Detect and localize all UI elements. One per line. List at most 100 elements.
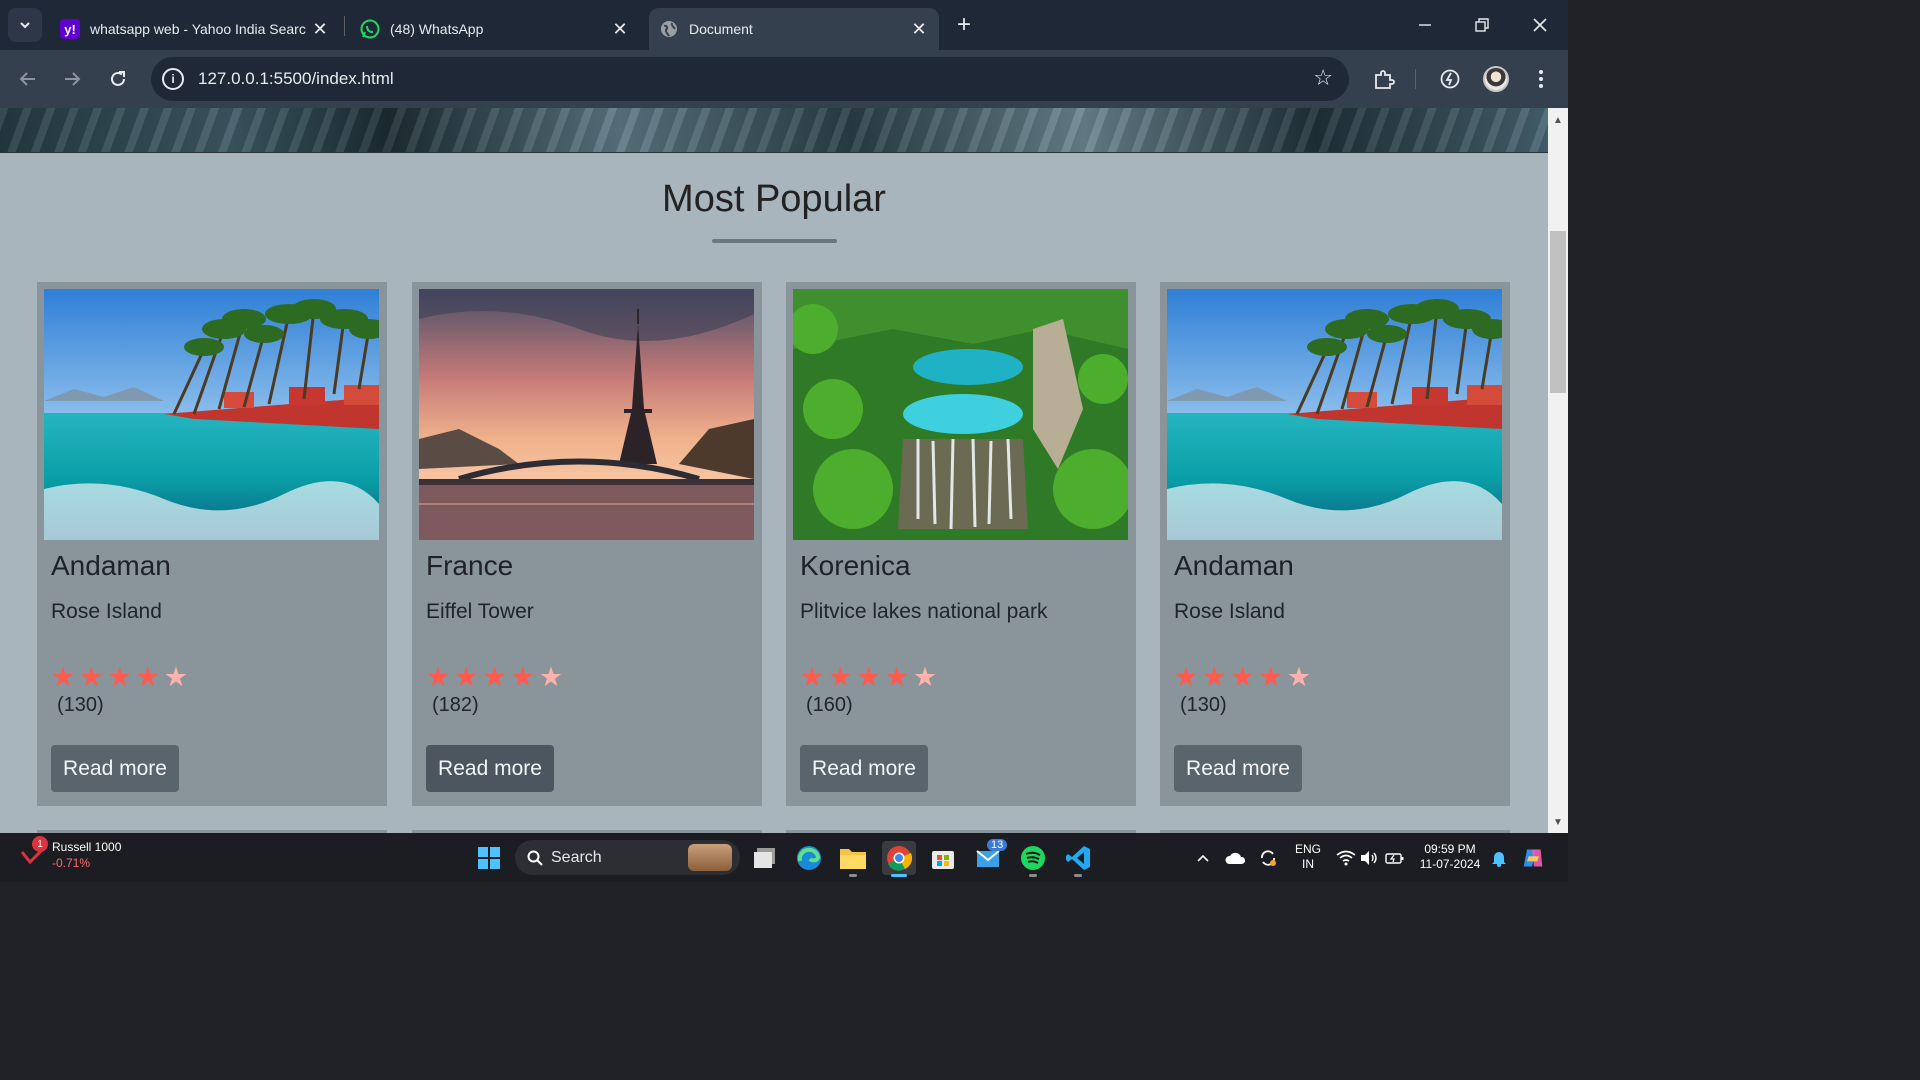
star-half-icon: ★ xyxy=(1286,662,1312,692)
star-icon: ★ xyxy=(454,662,479,692)
spotify-icon xyxy=(1021,846,1045,870)
running-indicator xyxy=(1074,874,1082,877)
store-icon xyxy=(932,851,954,869)
read-more-button[interactable]: Read more xyxy=(51,745,179,792)
onedrive-icon[interactable] xyxy=(1224,848,1246,868)
globe-icon xyxy=(659,19,679,39)
clock[interactable]: 09:59 PM 11-07-2024 xyxy=(1414,842,1486,872)
minimize-icon xyxy=(1418,24,1431,26)
url-text[interactable]: 127.0.0.1:5500/index.html xyxy=(198,69,394,89)
tab-title: (48) WhatsApp xyxy=(390,21,484,37)
mail-app[interactable]: 13 xyxy=(972,839,1008,875)
running-indicator xyxy=(891,874,907,877)
menu-button[interactable] xyxy=(1526,64,1556,94)
tab-title: Document xyxy=(689,21,753,37)
title-underline xyxy=(712,239,837,243)
tab-yahoo[interactable]: y! whatsapp web - Yahoo India Searc ✕ xyxy=(50,8,340,50)
notification-bell-icon[interactable] xyxy=(1488,848,1510,868)
running-indicator xyxy=(1029,874,1037,877)
restore-button[interactable] xyxy=(1453,0,1510,50)
star-icon: ★ xyxy=(884,662,909,692)
destination-card: Korenica Plitvice lakes national park ★ ★… xyxy=(786,282,1136,806)
new-tab-button[interactable]: + xyxy=(951,11,977,38)
performance-button[interactable] xyxy=(1435,64,1465,94)
card-title: France xyxy=(426,550,514,581)
destination-card: Andaman Rose Island ★ ★ ★ ★ ★ (130) Read mor… xyxy=(1160,282,1510,806)
language-indicator[interactable]: ENG IN xyxy=(1292,842,1324,872)
tab-whatsapp[interactable]: (48) WhatsApp ✕ xyxy=(350,8,640,50)
scroll-thumb[interactable] xyxy=(1550,231,1566,394)
close-icon[interactable]: ✕ xyxy=(310,19,330,39)
reload-button[interactable] xyxy=(102,63,134,95)
language-bottom: IN xyxy=(1302,857,1314,871)
task-view-button[interactable] xyxy=(748,841,782,875)
running-indicator xyxy=(849,874,857,877)
edge-icon xyxy=(797,846,821,870)
read-more-button[interactable]: Read more xyxy=(800,745,928,792)
minimize-button[interactable] xyxy=(1396,0,1453,50)
spotify-app[interactable] xyxy=(1016,841,1050,877)
star-icon: ★ xyxy=(1258,662,1283,692)
stock-widget[interactable]: 1 Russell 1000 -0.71% xyxy=(20,836,121,870)
speed-icon xyxy=(1440,69,1460,89)
star-icon: ★ xyxy=(856,662,881,692)
stock-change: -0.71% xyxy=(52,856,91,870)
tab-document[interactable]: Document ✕ xyxy=(649,8,939,50)
scroll-down-icon[interactable]: ▼ xyxy=(1552,816,1564,828)
star-icon: ★ xyxy=(510,662,535,692)
close-icon[interactable]: ✕ xyxy=(909,19,929,39)
sync-icon[interactable] xyxy=(1257,848,1279,868)
puzzle-icon xyxy=(1375,70,1395,89)
scroll-up-icon[interactable]: ▲ xyxy=(1552,114,1564,126)
wifi-icon[interactable] xyxy=(1335,848,1357,868)
reload-icon xyxy=(111,71,125,86)
read-more-button[interactable]: Read more xyxy=(1174,745,1302,792)
store-app[interactable] xyxy=(926,841,960,875)
extensions-button[interactable] xyxy=(1369,64,1399,94)
start-button[interactable] xyxy=(472,841,506,875)
search-highlight-image xyxy=(688,844,732,871)
star-icon: ★ xyxy=(79,662,104,692)
star-icon: ★ xyxy=(1230,662,1255,692)
info-icon[interactable]: i xyxy=(162,68,184,90)
star-icon: ★ xyxy=(800,662,825,692)
destination-card: Andaman Rose Island ★ ★ ★ ★ ★ (130) Read mor… xyxy=(37,282,387,806)
card-subtitle: Rose Island xyxy=(1174,600,1285,623)
bookmark-star-icon[interactable]: ☆ xyxy=(1313,67,1333,89)
eiffel-tower-image xyxy=(419,289,754,540)
chevron-up-icon[interactable] xyxy=(1192,848,1214,868)
vscode-app[interactable] xyxy=(1061,841,1095,877)
address-bar[interactable]: i 127.0.0.1:5500/index.html ☆ xyxy=(151,57,1349,101)
star-half-icon: ★ xyxy=(912,662,938,692)
volume-icon[interactable] xyxy=(1358,848,1380,868)
chrome-app[interactable] xyxy=(882,841,916,877)
forward-button[interactable] xyxy=(56,63,88,95)
star-icon: ★ xyxy=(828,662,853,692)
tab-search-button[interactable] xyxy=(8,8,42,42)
toolbar-separator xyxy=(1415,69,1416,89)
star-half-icon: ★ xyxy=(163,662,189,692)
copilot-icon[interactable] xyxy=(1522,848,1544,868)
arrow-left-icon xyxy=(19,72,35,86)
profile-avatar[interactable] xyxy=(1483,66,1509,92)
destination-card: France Eiffel Tower ★ ★ ★ ★ ★ (182) Read mor… xyxy=(412,282,762,806)
card-title: Andaman xyxy=(1174,550,1294,581)
read-more-button[interactable]: Read more xyxy=(426,745,554,792)
edge-app[interactable] xyxy=(792,841,826,875)
card-title: Korenica xyxy=(800,550,911,581)
star-icon: ★ xyxy=(1202,662,1227,692)
page-scrollbar[interactable]: ▲ ▼ xyxy=(1548,108,1568,833)
taskbar-search[interactable]: Search xyxy=(515,840,740,875)
clock-time: 09:59 PM xyxy=(1424,842,1476,856)
close-icon[interactable]: ✕ xyxy=(610,19,630,39)
arrow-right-icon xyxy=(65,72,81,86)
window-close-button[interactable] xyxy=(1511,0,1568,50)
battery-icon[interactable] xyxy=(1384,848,1406,868)
hero-image xyxy=(0,108,1548,153)
back-button[interactable] xyxy=(12,63,44,95)
file-explorer-app[interactable] xyxy=(836,841,870,877)
star-half-icon: ★ xyxy=(538,662,564,692)
folder-icon xyxy=(840,849,866,869)
vscode-icon xyxy=(1066,846,1090,870)
tropical-island-image xyxy=(44,289,379,540)
